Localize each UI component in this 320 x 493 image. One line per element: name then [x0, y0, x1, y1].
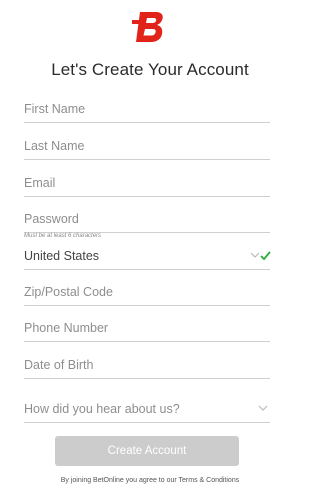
last-name-field[interactable]: [24, 134, 270, 160]
first-name-field[interactable]: [24, 97, 270, 123]
referral-input[interactable]: [24, 397, 270, 421]
phone-field[interactable]: [24, 316, 270, 342]
zip-input[interactable]: [24, 280, 270, 304]
create-account-button[interactable]: Create Account: [55, 436, 239, 466]
email-input[interactable]: [24, 171, 270, 195]
email-field[interactable]: [24, 171, 270, 197]
valid-check-icon: [250, 251, 271, 261]
dob-field[interactable]: [24, 353, 270, 379]
chevron-down-icon: [258, 405, 268, 411]
zip-field[interactable]: [24, 280, 270, 306]
brand-logo: [0, 10, 300, 46]
first-name-input[interactable]: [24, 97, 270, 121]
password-input[interactable]: [24, 207, 270, 231]
password-field[interactable]: [24, 207, 270, 233]
country-select[interactable]: United States: [24, 244, 271, 270]
dob-input[interactable]: [24, 353, 270, 377]
page-title: Let's Create Your Account: [51, 60, 249, 79]
phone-input[interactable]: [24, 316, 270, 340]
referral-select[interactable]: [24, 397, 270, 423]
country-value: United States: [24, 249, 100, 263]
betonline-logo-icon: [132, 12, 163, 42]
password-hint: Must be at least 6 characters: [24, 233, 102, 239]
last-name-input[interactable]: [24, 134, 270, 158]
terms-text: By joining BetOnline you agree to our Te…: [60, 477, 240, 484]
